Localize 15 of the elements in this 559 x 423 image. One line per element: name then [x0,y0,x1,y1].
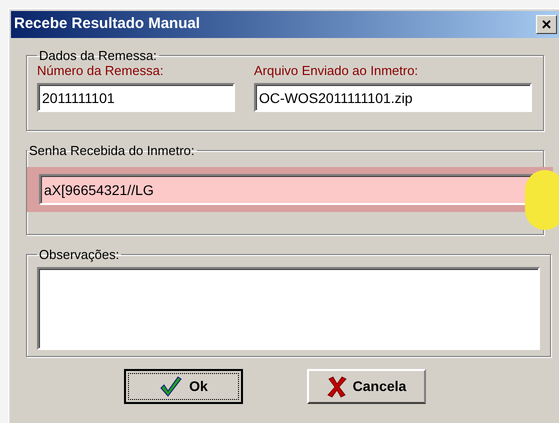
group-legend: Senha Recebida do Inmetro: [27,143,196,158]
x-mark-icon [326,376,347,398]
observations-field[interactable] [37,267,540,350]
field-label: Número da Remessa: [37,63,164,78]
ok-button[interactable]: Ok [124,369,243,404]
cancel-button[interactable]: Cancela [307,369,426,404]
group-legend: Dados da Remessa: [37,48,159,63]
group-legend: Observações: [37,247,122,262]
cursor-highlight [525,170,559,230]
field-label: Arquivo Enviado ao Inmetro: [254,63,420,78]
input-field[interactable]: 2011111101 [37,83,235,112]
close-button[interactable]: × [536,15,557,34]
window-title: Recebe Resultado Manual [14,14,200,34]
input-field[interactable]: OC-WOS2011111101.zip [254,83,532,112]
checkmark-icon [159,376,184,398]
